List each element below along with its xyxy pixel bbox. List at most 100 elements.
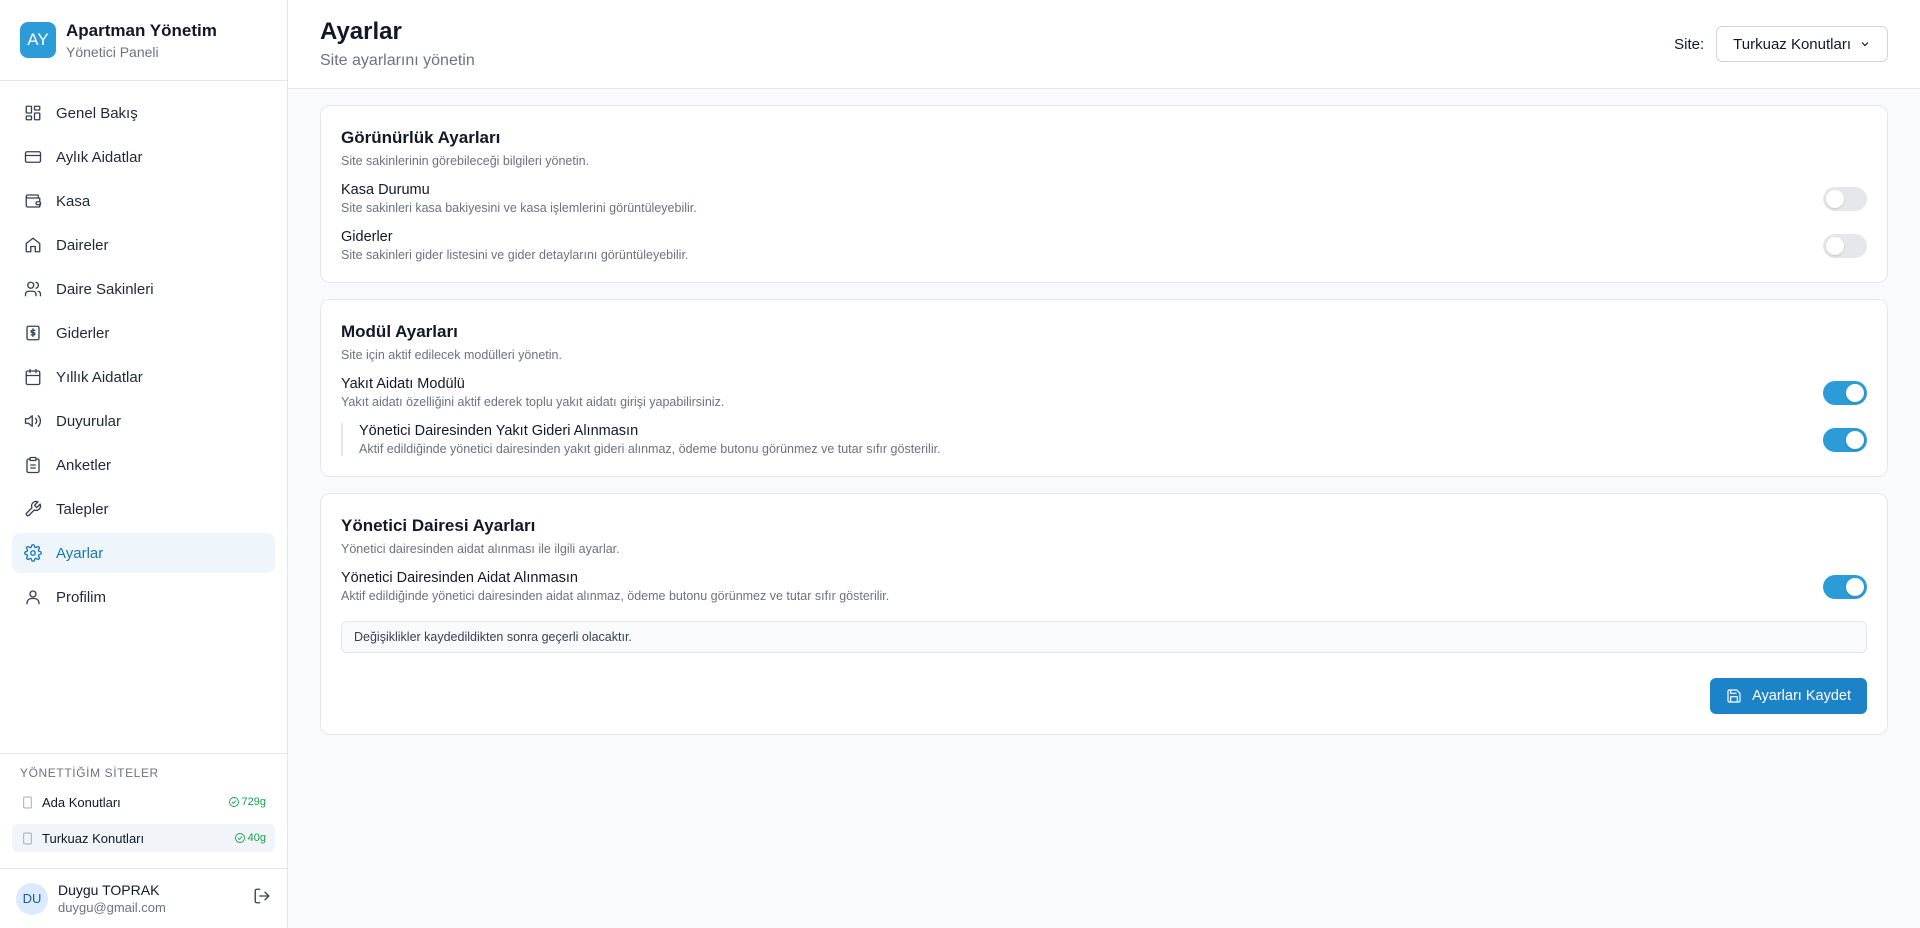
settings-content: Görünürlük Ayarları Site sakinlerinin gö… xyxy=(288,89,1920,767)
sidebar-item-kasa[interactable]: Kasa xyxy=(12,181,275,221)
card-description: Site sakinlerinin görebileceği bilgileri… xyxy=(341,154,590,168)
brand: AY Apartman Yönetim Yönetici Paneli xyxy=(0,0,287,81)
sidebar-item-yillik-aidatlar[interactable]: Yıllık Aidatlar xyxy=(12,357,275,397)
setting-description: Aktif edildiğinde yönetici dairesinden y… xyxy=(359,442,941,456)
sidebar-item-genel-bakis[interactable]: Genel Bakış xyxy=(12,93,275,133)
save-settings-label: Ayarları Kaydet xyxy=(1752,688,1851,704)
grid-icon xyxy=(25,105,41,121)
sidebar-item-label: Genel Bakış xyxy=(56,104,138,122)
managed-sites: YÖNETTİĞİM SİTELER Ada Konutları 729g Tu… xyxy=(0,753,287,868)
setting-kasa-durumu: Kasa Durumu Site sakinleri kasa bakiyesi… xyxy=(341,182,1867,215)
aidat-alinmasin-toggle[interactable] xyxy=(1823,574,1867,599)
yakit-gideri-toggle[interactable] xyxy=(1823,427,1867,452)
setting-giderler: Giderler Site sakinleri gider listesini … xyxy=(341,229,1867,262)
card-title: Görünürlük Ayarları xyxy=(341,128,501,147)
sidebar-item-label: Daireler xyxy=(56,236,109,254)
info-notice: Değişiklikler kaydedildikten sonra geçer… xyxy=(341,621,1867,653)
avatar: DU xyxy=(16,882,48,915)
credit-card-icon xyxy=(24,151,42,163)
sidebar-item-daireler[interactable]: Daireler xyxy=(12,225,275,265)
setting-label: Giderler xyxy=(341,229,393,245)
yakit-aidati-toggle[interactable] xyxy=(1823,380,1867,405)
setting-label: Yönetici Dairesinden Aidat Alınmasın xyxy=(341,570,578,586)
setting-yakit-gideri-alinmasin: Yönetici Dairesinden Yakıt Gideri Alınma… xyxy=(341,423,1867,456)
sidebar-item-duyurular[interactable]: Duyurular xyxy=(12,401,275,441)
page-title: Ayarlar xyxy=(320,18,402,45)
clipboard-icon xyxy=(26,456,40,474)
visibility-settings-card: Görünürlük Ayarları Site sakinlerinin gö… xyxy=(320,105,1888,283)
card-title: Modül Ayarları xyxy=(341,322,458,341)
setting-description: Yakıt aidatı özelliğini aktif ederek top… xyxy=(341,395,725,409)
app: AY Apartman Yönetim Yönetici Paneli Gene… xyxy=(0,0,1920,928)
setting-aidat-alinmasin: Yönetici Dairesinden Aidat Alınmasın Akt… xyxy=(341,570,1867,603)
sidebar-item-label: Kasa xyxy=(56,192,91,210)
sidebar-item-label: Profilim xyxy=(56,588,107,606)
sidebar-item-ayarlar[interactable]: Ayarlar xyxy=(12,533,275,573)
sidebar-item-label: Daire Sakinleri xyxy=(56,280,154,298)
kasa-durumu-toggle[interactable] xyxy=(1823,186,1867,211)
site-badge-text: 729g xyxy=(241,796,266,808)
logout-icon xyxy=(254,888,270,904)
calendar-icon xyxy=(25,368,41,386)
toggle-knob xyxy=(1826,189,1844,208)
building-icon xyxy=(23,832,32,844)
site-item-name: Ada Konutları xyxy=(42,794,121,810)
sidebar-item-talepler[interactable]: Talepler xyxy=(12,489,275,529)
site-item-ada-konutlari[interactable]: Ada Konutları 729g xyxy=(12,788,275,816)
setting-label: Yönetici Dairesinden Yakıt Gideri Alınma… xyxy=(359,423,639,439)
user-email: duygu@gmail.com xyxy=(58,900,166,915)
save-settings-button[interactable]: Ayarları Kaydet xyxy=(1710,678,1867,714)
logout-button[interactable] xyxy=(253,887,271,910)
brand-logo: AY xyxy=(20,22,56,58)
card-title: Yönetici Dairesi Ayarları xyxy=(341,516,536,535)
check-circle-icon xyxy=(234,833,245,843)
user-name: Duygu TOPRAK xyxy=(58,882,160,898)
module-settings-card: Modül Ayarları Site için aktif edilecek … xyxy=(320,299,1888,477)
site-select-value: Turkuaz Konutları xyxy=(1733,35,1851,53)
site-badge: 729g xyxy=(228,796,266,808)
brand-title: Apartman Yönetim xyxy=(66,20,217,40)
main: Ayarlar Site ayarlarını yönetin Site: Tu… xyxy=(288,0,1920,928)
chevron-down-icon xyxy=(1861,42,1869,47)
sidebar-item-label: Aylık Aidatlar xyxy=(56,148,143,166)
setting-yakit-aidati-modulu: Yakıt Aidatı Modülü Yakıt aidatı özelliğ… xyxy=(341,376,1867,409)
sidebar-item-label: Anketler xyxy=(56,456,112,474)
sidebar-item-label: Duyurular xyxy=(56,412,122,430)
sidebar-item-giderler[interactable]: Giderler xyxy=(12,313,275,353)
megaphone-icon xyxy=(24,415,42,427)
setting-description: Aktif edildiğinde yönetici dairesinden a… xyxy=(341,589,890,603)
sidebar-item-aylik-aidatlar[interactable]: Aylık Aidatlar xyxy=(12,137,275,177)
site-item-turkuaz-konutlari[interactable]: Turkuaz Konutları 40g xyxy=(12,824,275,852)
card-description: Yönetici dairesinden aidat alınması ile … xyxy=(341,542,620,556)
toggle-knob xyxy=(1826,236,1844,255)
site-item-name: Turkuaz Konutları xyxy=(42,830,145,846)
gear-icon xyxy=(24,544,42,562)
manager-apartment-settings-card: Yönetici Dairesi Ayarları Yönetici daire… xyxy=(320,493,1888,735)
page-header: Ayarlar Site ayarlarını yönetin Site: Tu… xyxy=(288,0,1920,89)
site-select[interactable]: Turkuaz Konutları xyxy=(1716,26,1888,62)
toggle-knob xyxy=(1846,577,1864,596)
sidebar-nav: Genel Bakış Aylık Aidatlar Kasa Daireler… xyxy=(0,81,287,753)
toggle-knob xyxy=(1846,430,1864,449)
site-selector: Site: Turkuaz Konutları xyxy=(1674,26,1888,62)
sidebar: AY Apartman Yönetim Yönetici Paneli Gene… xyxy=(0,0,288,928)
giderler-toggle[interactable] xyxy=(1823,233,1867,258)
brand-subtitle: Yönetici Paneli xyxy=(66,43,159,60)
site-badge-text: 40g xyxy=(247,832,266,844)
setting-label: Yakıt Aidatı Modülü xyxy=(341,376,465,392)
sidebar-item-daire-sakinleri[interactable]: Daire Sakinleri xyxy=(12,269,275,309)
users-icon xyxy=(24,281,42,297)
card-description: Site için aktif edilecek modülleri yönet… xyxy=(341,348,562,362)
check-circle-icon xyxy=(228,797,239,807)
wallet-icon xyxy=(25,194,42,208)
site-selector-label: Site: xyxy=(1674,35,1705,53)
toggle-knob xyxy=(1846,383,1864,402)
sidebar-item-anketler[interactable]: Anketler xyxy=(12,445,275,485)
site-badge: 40g xyxy=(234,832,266,844)
receipt-icon xyxy=(26,325,40,341)
setting-description: Site sakinleri kasa bakiyesini ve kasa i… xyxy=(341,201,697,215)
sidebar-item-profilim[interactable]: Profilim xyxy=(12,577,275,617)
page-subtitle: Site ayarlarını yönetin xyxy=(320,52,475,69)
managed-sites-title: YÖNETTİĞİM SİTELER xyxy=(20,766,159,780)
user-panel: DU Duygu TOPRAK duygu@gmail.com xyxy=(0,868,287,928)
